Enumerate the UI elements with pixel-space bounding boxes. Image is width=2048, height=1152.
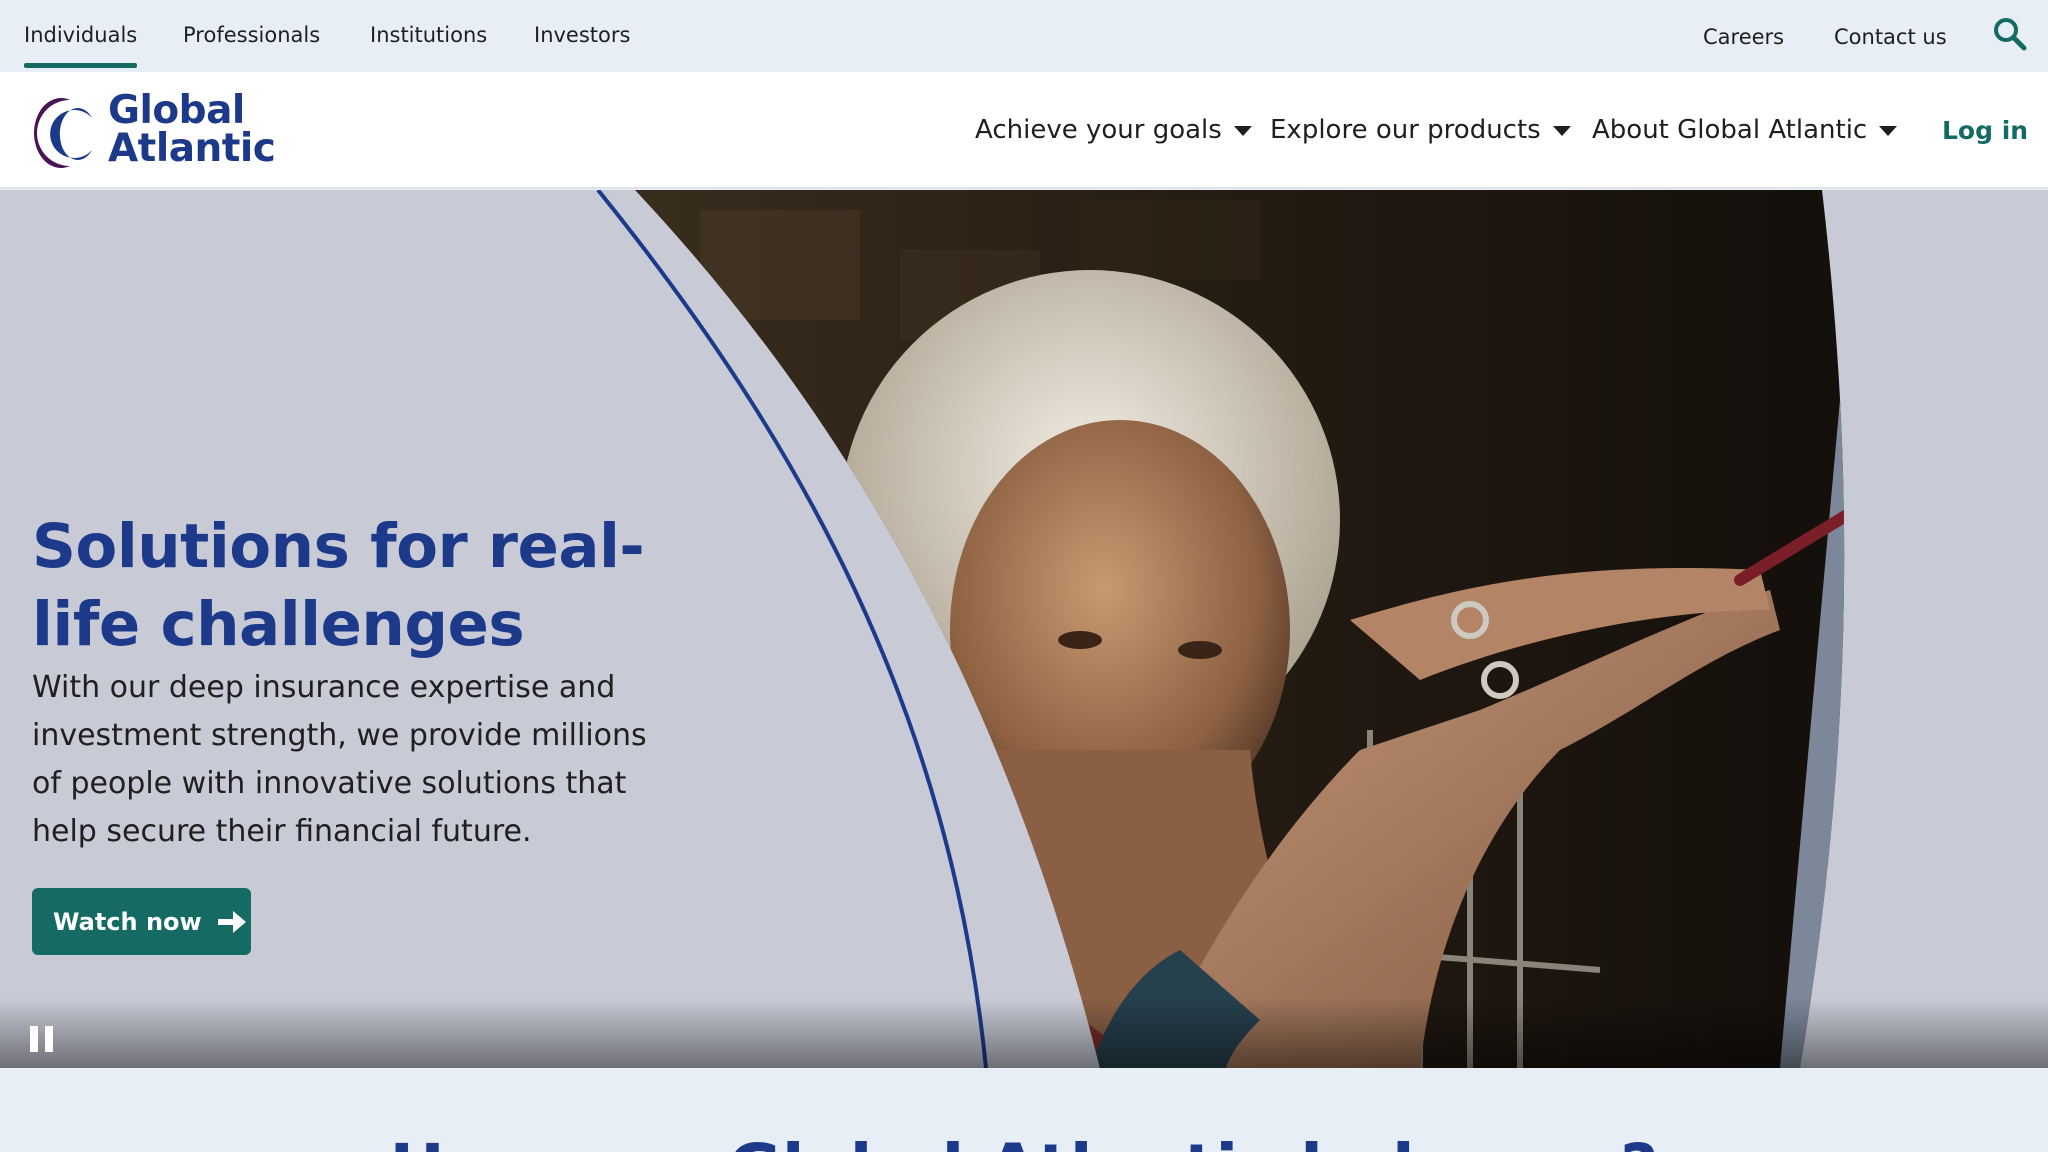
nav-label: Explore our products xyxy=(1270,115,1541,145)
careers-link[interactable]: Careers xyxy=(1703,0,1784,72)
video-controls-gradient xyxy=(0,998,2048,1068)
tab-label: Individuals xyxy=(24,23,138,47)
logo-line-1: Global xyxy=(108,88,245,133)
next-section: How can Global Atlantic help you? xyxy=(0,1068,2048,1152)
section-title: How can Global Atlantic help you? xyxy=(0,1130,2048,1152)
arrow-right-icon xyxy=(217,910,246,933)
logo-line-2: Atlantic xyxy=(108,126,276,171)
tab-investors[interactable]: Investors xyxy=(534,0,630,72)
search-icon[interactable] xyxy=(1992,16,2028,52)
main-header: Global Atlantic Achieve your goals Explo… xyxy=(0,72,2048,189)
caret-down-icon xyxy=(1879,126,1898,136)
nav-about-global-atlantic[interactable]: About Global Atlantic xyxy=(1592,110,1898,150)
tab-professionals[interactable]: Professionals xyxy=(183,0,320,72)
tab-label: Investors xyxy=(534,23,631,47)
nav-explore-our-products[interactable]: Explore our products xyxy=(1270,110,1571,150)
nav-label: About Global Atlantic xyxy=(1592,115,1868,145)
pause-icon[interactable] xyxy=(28,1022,58,1054)
hero-section: Solutions for real-life challenges With … xyxy=(0,190,2048,1068)
log-in-button[interactable]: Log in xyxy=(1942,116,2028,145)
utility-bar: Individuals Professionals Institutions I… xyxy=(0,0,2048,72)
global-atlantic-logo[interactable]: Global Atlantic xyxy=(30,88,290,171)
nav-achieve-your-goals[interactable]: Achieve your goals xyxy=(975,110,1252,150)
watch-now-button[interactable]: Watch now xyxy=(32,888,251,955)
tab-individuals[interactable]: Individuals xyxy=(24,0,138,72)
hero-description: With our deep insurance expertise and in… xyxy=(32,670,647,849)
tab-label: Professionals xyxy=(183,23,321,47)
hero-title: Solutions for real-life challenges xyxy=(32,511,645,660)
contact-us-link[interactable]: Contact us xyxy=(1834,0,1947,72)
caret-down-icon xyxy=(1233,126,1252,136)
watch-now-label: Watch now xyxy=(53,907,202,936)
caret-down-icon xyxy=(1552,126,1571,136)
tab-label: Institutions xyxy=(370,23,488,47)
logo-mark-icon xyxy=(34,98,92,168)
nav-label: Achieve your goals xyxy=(975,115,1222,145)
logo-wordmark: Global Atlantic xyxy=(108,88,276,171)
tab-institutions[interactable]: Institutions xyxy=(370,0,487,72)
